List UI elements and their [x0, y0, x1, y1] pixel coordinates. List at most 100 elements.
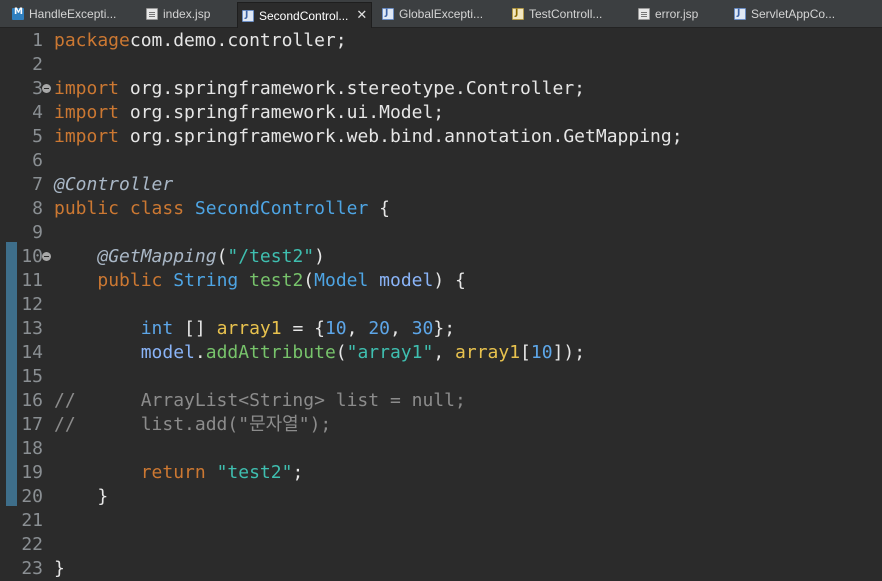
line-number: 6 [32, 150, 43, 171]
code-token: . [194, 342, 206, 363]
line-number: 14 [21, 342, 43, 363]
code-token: org.springframework.web.bind.annotation.… [119, 126, 683, 147]
line-number: 10 [21, 246, 43, 267]
tab-globalexcepti[interactable]: GlobalExcepti... [382, 3, 483, 25]
code-token: // ArrayList<String> list = null; [54, 390, 466, 411]
code-token: "/test2" [227, 246, 315, 267]
tab-label: SecondControl... [259, 8, 349, 23]
code-token: ]); [552, 342, 586, 363]
code-line: 17 // list.add("문자열"); [0, 413, 882, 437]
line-number: 16 [21, 390, 43, 411]
code-line: 21 [0, 509, 882, 533]
code-token: String [173, 270, 239, 291]
code-token: import [54, 78, 120, 99]
code-token: 30 [411, 318, 434, 339]
code-text: return "test2"; [54, 461, 304, 485]
code-text: } [54, 485, 108, 509]
line-number: 12 [21, 294, 43, 315]
line-number: 21 [21, 510, 43, 531]
code-token: 20 [368, 318, 391, 339]
code-token: org.springframework.stereotype.Controlle… [119, 78, 586, 99]
code-text: packagecom.demo.controller; [54, 29, 347, 53]
code-token: "test2" [216, 462, 293, 483]
code-line: 12 [0, 293, 882, 317]
code-text: public class SecondController { [54, 197, 390, 221]
tab-label: ServletAppCo... [751, 7, 836, 21]
code-token: @GetMapping [97, 246, 217, 267]
code-text: @GetMapping("/test2") [54, 245, 325, 269]
code-token: , [346, 318, 369, 339]
line-number: 18 [21, 438, 43, 459]
java-class-file-icon [382, 8, 394, 20]
code-text: import org.springframework.web.bind.anno… [54, 125, 683, 149]
tab-error-jsp[interactable]: error.jsp [638, 3, 698, 25]
code-token: public [54, 198, 120, 219]
code-token: 10 [530, 342, 553, 363]
tab-label: error.jsp [655, 7, 699, 21]
code-text: @Controller [54, 173, 173, 197]
fold-collapse-icon[interactable] [42, 84, 51, 93]
code-token: ( [216, 246, 228, 267]
jsp-file-icon [146, 8, 158, 20]
code-token: ; [292, 462, 304, 483]
tab-secondcontrol[interactable]: SecondControl... ✕ [237, 2, 373, 28]
code-text: // ArrayList<String> list = null; [54, 389, 466, 413]
fold-collapse-icon[interactable] [42, 252, 51, 261]
line-number: 2 [32, 54, 43, 75]
line-number: 23 [21, 558, 43, 579]
code-token: import [54, 102, 120, 123]
code-line: 20 } [0, 485, 882, 509]
line-number: 11 [21, 270, 43, 291]
code-line: 9 [0, 221, 882, 245]
line-number: 4 [32, 102, 43, 123]
code-line: 16 // ArrayList<String> list = null; [0, 389, 882, 413]
line-number: 17 [21, 414, 43, 435]
code-token: , [433, 342, 456, 363]
java-class-file-icon [734, 8, 746, 20]
code-line: 5 import org.springframework.web.bind.ann… [0, 125, 882, 149]
tab-servletappco[interactable]: ServletAppCo... [734, 3, 835, 25]
tab-testcontroll[interactable]: TestControll... [512, 3, 602, 25]
code-token: array1 [216, 318, 282, 339]
code-text: } [54, 557, 65, 581]
code-text: model.addAttribute("array1", array1[10])… [54, 341, 585, 365]
code-line: 2 [0, 53, 882, 77]
line-number: 15 [21, 366, 43, 387]
code-token: public [97, 270, 163, 291]
code-token: "array1" [346, 342, 434, 363]
code-token: }; [433, 318, 456, 339]
code-editor[interactable]: 1 packagecom.demo.controller; 2 3 import org… [0, 28, 882, 581]
code-token: ( [303, 270, 315, 291]
line-number: 8 [32, 198, 43, 219]
code-text: public String test2(Model model) { [54, 269, 466, 293]
code-token: class [129, 198, 185, 219]
code-token: array1 [455, 342, 521, 363]
line-number: 19 [21, 462, 43, 483]
tab-handleexcepti[interactable]: HandleExcepti... [12, 3, 116, 25]
editor-tab-bar: HandleExcepti... index.jsp SecondControl..… [0, 0, 882, 28]
java-class-file-icon [242, 9, 254, 22]
line-number: 5 [32, 126, 43, 147]
java-class-file-icon [512, 8, 524, 20]
line-number: 22 [21, 534, 43, 555]
tab-index-jsp[interactable]: index.jsp [146, 3, 210, 25]
line-number: 1 [32, 30, 43, 51]
code-token: , [390, 318, 412, 339]
code-token: model [140, 342, 195, 363]
code-token: addAttribute [205, 342, 336, 363]
code-token: ) [314, 246, 325, 267]
code-line: 10 @GetMapping("/test2") [0, 245, 882, 269]
tab-label: GlobalExcepti... [399, 7, 484, 21]
tab-label: index.jsp [163, 7, 211, 21]
code-line: 11 public String test2(Model model) { [0, 269, 882, 293]
line-number: 13 [21, 318, 43, 339]
code-token: ) { [433, 270, 466, 291]
close-icon[interactable]: ✕ [356, 8, 367, 23]
line-number: 9 [32, 222, 43, 243]
